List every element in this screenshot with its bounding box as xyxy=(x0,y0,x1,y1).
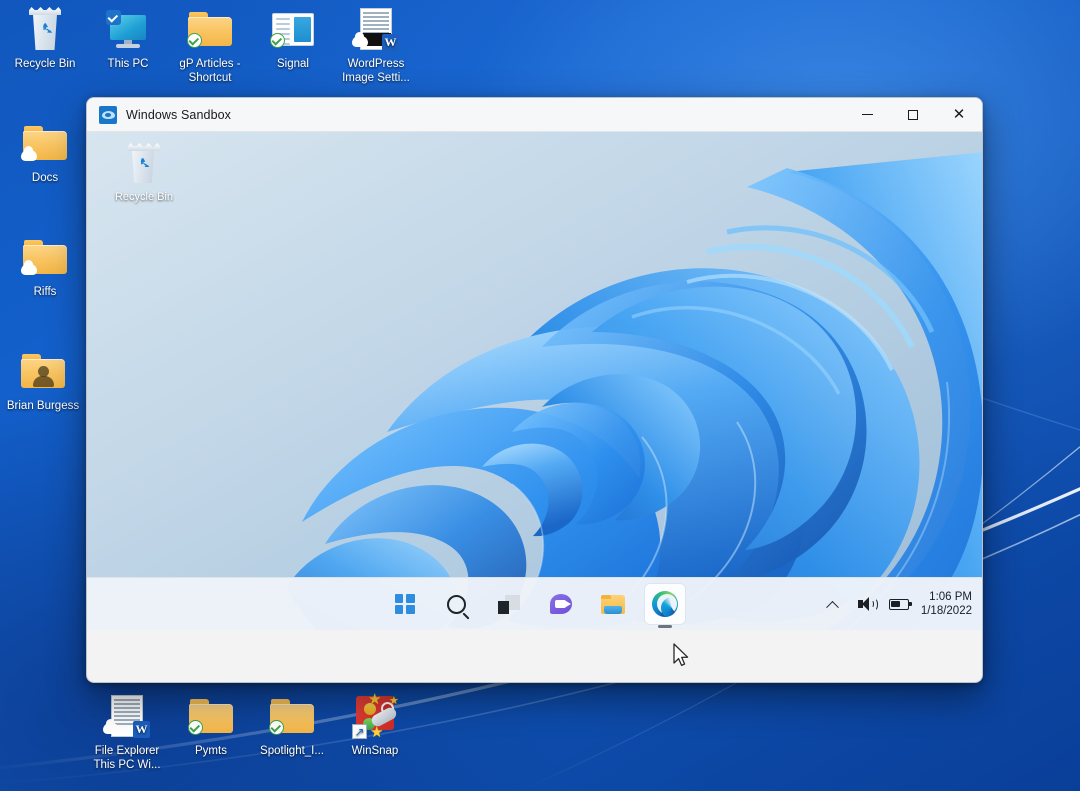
word-document-icon: W xyxy=(352,6,400,54)
desktop-icon-spotlight[interactable]: Spotlight_I... xyxy=(249,693,335,759)
desktop-icon-label: Pymts xyxy=(168,745,254,759)
close-button[interactable]: ✕ xyxy=(936,98,982,131)
bloom-wallpaper xyxy=(87,132,982,630)
speaker-icon[interactable] xyxy=(855,593,877,615)
taskbar-clock[interactable]: 1:06 PM 1/18/2022 xyxy=(921,590,972,618)
user-folder-icon xyxy=(19,348,67,396)
start-button[interactable] xyxy=(385,584,425,624)
desktop-icon-wordpress-image-settings[interactable]: W WordPress Image Setti... xyxy=(333,6,419,85)
folder-icon xyxy=(601,595,625,614)
desktop-icon-recycle-bin[interactable]: Recycle Bin xyxy=(2,6,88,72)
desktop-icon-label: Spotlight_I... xyxy=(249,745,335,759)
sandbox-desktop-icon-label: Recycle Bin xyxy=(115,191,173,203)
signal-app-icon xyxy=(269,6,317,54)
winsnap-app-icon: ★ ★ ★ ↗ xyxy=(351,693,399,741)
file-explorer-button[interactable] xyxy=(593,584,633,624)
search-button[interactable] xyxy=(437,584,477,624)
windows-sandbox-window[interactable]: Windows Sandbox ✕ xyxy=(86,97,983,683)
search-icon xyxy=(447,595,466,614)
edge-button[interactable] xyxy=(645,584,685,624)
folder-icon xyxy=(21,120,69,168)
maximize-button[interactable] xyxy=(890,98,936,131)
desktop-icon-this-pc[interactable]: This PC xyxy=(85,6,171,72)
windows-sandbox-icon xyxy=(99,106,117,124)
folder-icon xyxy=(186,6,234,54)
word-badge-icon: W xyxy=(133,721,150,738)
check-badge-icon xyxy=(270,33,285,48)
clock-time: 1:06 PM xyxy=(929,591,972,603)
battery-icon[interactable] xyxy=(888,593,910,615)
desktop-icon-label: Docs xyxy=(2,172,88,186)
onedrive-cloud-badge-icon xyxy=(21,264,37,275)
desktop-icon-label: File Explorer This PC Wi... xyxy=(84,745,170,772)
folder-icon xyxy=(187,693,235,741)
onedrive-cloud-badge-icon xyxy=(21,150,37,161)
sandbox-desktop[interactable]: Recycle Bin xyxy=(87,132,982,630)
task-view-icon xyxy=(498,595,520,614)
onedrive-cloud-badge-icon xyxy=(103,723,119,734)
chat-icon xyxy=(550,594,572,614)
minimize-button[interactable] xyxy=(844,98,890,131)
desktop-icon-file-explorer-this-pc[interactable]: W File Explorer This PC Wi... xyxy=(84,693,170,772)
desktop-icon-gp-articles-shortcut[interactable]: gP Articles - Shortcut xyxy=(167,6,253,85)
check-badge-icon xyxy=(106,10,121,25)
word-badge-icon: W xyxy=(382,34,399,51)
desktop-icon-label: WinSnap xyxy=(332,745,418,759)
window-titlebar[interactable]: Windows Sandbox ✕ xyxy=(87,98,982,132)
this-pc-monitor-icon xyxy=(104,6,152,54)
desktop-icon-label: Riffs xyxy=(2,286,88,300)
check-badge-icon xyxy=(269,720,284,735)
desktop-icon-label: Recycle Bin xyxy=(2,58,88,72)
folder-icon xyxy=(21,234,69,282)
sandbox-taskbar[interactable]: 1:06 PM 1/18/2022 xyxy=(87,577,982,630)
system-tray[interactable]: 1:06 PM 1/18/2022 xyxy=(822,590,972,618)
desktop-icon-label: Signal xyxy=(250,58,336,72)
desktop-icon-winsnap[interactable]: ★ ★ ★ ↗ WinSnap xyxy=(332,693,418,759)
task-view-button[interactable] xyxy=(489,584,529,624)
desktop-icon-label: Brian Burgess xyxy=(0,400,86,414)
check-badge-icon xyxy=(187,33,202,48)
sandbox-desktop-icon-recycle-bin[interactable]: Recycle Bin xyxy=(103,144,185,204)
desktop-icon-label: This PC xyxy=(85,58,171,72)
desktop-icon-riffs[interactable]: Riffs xyxy=(2,234,88,300)
desktop[interactable]: Recycle Bin This PC gP Articles - Shortc… xyxy=(0,0,1080,791)
chat-button[interactable] xyxy=(541,584,581,624)
check-badge-icon xyxy=(188,720,203,735)
desktop-icon-label: gP Articles - Shortcut xyxy=(167,58,253,85)
windows-logo-icon xyxy=(395,594,415,614)
desktop-icon-signal[interactable]: Signal xyxy=(250,6,336,72)
recycle-bin-icon xyxy=(122,144,166,188)
clock-date: 1/18/2022 xyxy=(921,605,972,617)
recycle-bin-icon xyxy=(21,6,69,54)
desktop-icon-label: WordPress Image Setti... xyxy=(333,58,419,85)
window-title: Windows Sandbox xyxy=(126,108,231,122)
chevron-up-icon[interactable] xyxy=(822,593,844,615)
onedrive-cloud-badge-icon xyxy=(352,36,368,47)
edge-icon xyxy=(652,591,678,617)
desktop-icon-brian-burgess[interactable]: Brian Burgess xyxy=(0,348,86,414)
folder-icon xyxy=(268,693,316,741)
desktop-icon-docs[interactable]: Docs xyxy=(2,120,88,186)
word-document-icon: W xyxy=(103,693,151,741)
desktop-icon-pymts[interactable]: Pymts xyxy=(168,693,254,759)
shortcut-arrow-badge-icon: ↗ xyxy=(352,724,367,739)
